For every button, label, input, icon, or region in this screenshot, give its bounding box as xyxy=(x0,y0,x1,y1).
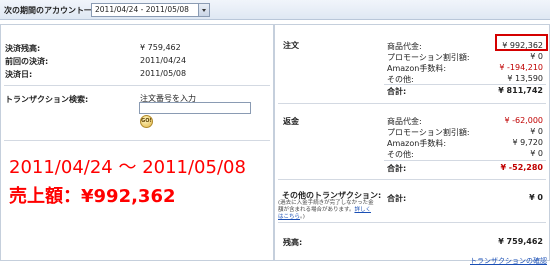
balance-total-value: ¥ 759,462 xyxy=(498,237,543,246)
prev-settlement-value: 2011/04/24 xyxy=(140,56,187,65)
chevron-down-icon[interactable] xyxy=(198,4,209,16)
period-toolbar: 次の期間のアカウント一覧 2011/04/24 - 2011/05/08 xyxy=(0,0,550,20)
divider xyxy=(384,84,546,85)
refunds-other-value: ¥ 0 xyxy=(530,149,543,158)
settlement-date-label: 決済日: xyxy=(5,70,33,79)
refunds-fee-value: ¥ 9,720 xyxy=(512,138,543,147)
refunds-total-label: 合計: xyxy=(387,164,407,173)
balance-total-label: 残高: xyxy=(283,238,303,247)
refunds-promo-label: プロモーション割引額: xyxy=(387,128,470,137)
other-total-label: 合計: xyxy=(387,194,407,203)
order-number-input[interactable] xyxy=(139,102,251,114)
divider xyxy=(384,160,546,161)
prev-settlement-label: 前回の決済: xyxy=(5,57,49,66)
overlay-sales-amount: 売上額：¥992,362 xyxy=(9,186,176,207)
settlement-date-value: 2011/05/08 xyxy=(140,69,187,78)
refunds-product-value: ¥ -62,000 xyxy=(504,116,543,125)
other-note: (過去に入金手続きが完了しなかった金額が含まれる場合があります。詳しくはこちら。… xyxy=(278,200,374,220)
highlight-box xyxy=(495,34,548,51)
orders-promo-label: プロモーション割引額: xyxy=(387,53,470,62)
divider xyxy=(278,179,546,180)
period-label: 次の期間のアカウント一覧 xyxy=(4,6,100,15)
overlay-date-range: 2011/04/24 ～ 2011/05/08 xyxy=(9,157,246,178)
refunds-title: 返金 xyxy=(283,117,299,126)
refunds-total-value: ¥ -52,280 xyxy=(500,163,543,172)
period-select[interactable]: 2011/04/24 - 2011/05/08 xyxy=(91,3,210,17)
divider xyxy=(4,85,270,86)
refunds-other-label: その他: xyxy=(387,150,414,159)
transaction-search-label: トランザクション検索: xyxy=(5,95,89,104)
orders-product-label: 商品代金: xyxy=(387,42,422,51)
balance-label: 決済残高: xyxy=(5,44,41,53)
divider xyxy=(278,103,546,104)
period-select-value: 2011/04/24 - 2011/05/08 xyxy=(95,5,189,14)
refunds-fee-label: Amazon手数料: xyxy=(387,139,447,148)
balance-value: ¥ 759,462 xyxy=(140,43,181,52)
orders-total-label: 合計: xyxy=(387,87,407,96)
orders-total-value: ¥ 811,742 xyxy=(498,86,543,95)
orders-title: 注文 xyxy=(283,41,299,50)
go-button[interactable]: GO! xyxy=(140,115,153,128)
orders-promo-value: ¥ 0 xyxy=(530,52,543,61)
confirm-transactions-link[interactable]: トランザクションの確認 xyxy=(470,256,547,266)
orders-other-value: ¥ 13,590 xyxy=(507,74,543,83)
refunds-product-label: 商品代金: xyxy=(387,117,422,126)
other-total-value: ¥ 0 xyxy=(529,193,543,202)
orders-fee-value: ¥ -194,210 xyxy=(499,63,543,72)
divider xyxy=(278,222,546,223)
orders-fee-label: Amazon手数料: xyxy=(387,64,447,73)
divider xyxy=(4,140,270,141)
refunds-promo-value: ¥ 0 xyxy=(530,127,543,136)
